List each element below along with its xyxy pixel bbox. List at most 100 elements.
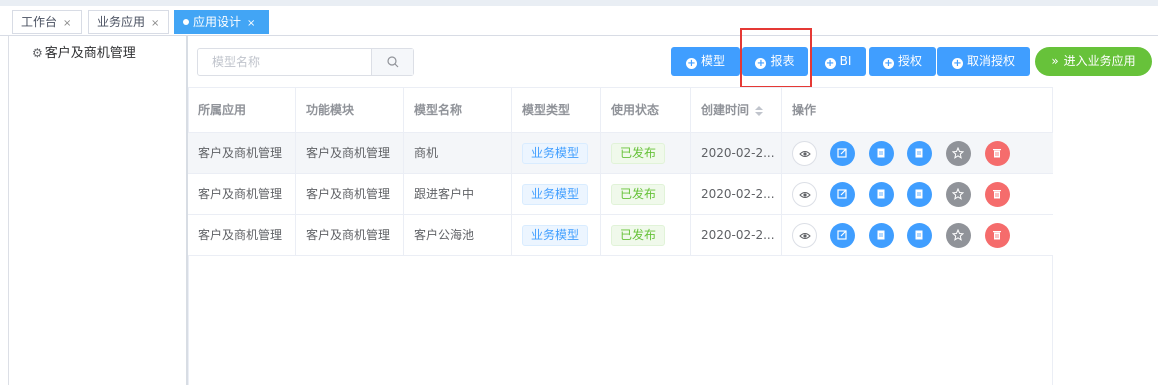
document-icon: [915, 189, 923, 199]
document-button[interactable]: [869, 223, 894, 248]
header-status: 使用状态: [601, 87, 691, 132]
cell-actions: [782, 215, 1053, 255]
cell-app: 客户及商机管理: [188, 174, 296, 214]
cell-model-type: 业务模型: [512, 174, 601, 214]
delete-button[interactable]: [985, 141, 1010, 166]
header-model-type: 模型类型: [512, 87, 601, 132]
star-icon: [952, 188, 964, 200]
table-row[interactable]: 客户及商机管理 客户及商机管理 跟进客户中 业务模型 已发布 2020-02-2…: [188, 174, 1053, 215]
document-button[interactable]: [869, 141, 894, 166]
cell-created: 2020-02-2...: [691, 215, 782, 255]
edit-icon: [837, 189, 847, 199]
edit-icon: [837, 230, 847, 240]
edit-icon: [837, 148, 847, 158]
status-badge: 已发布: [611, 143, 666, 164]
cell-status: 已发布: [601, 215, 691, 255]
cell-created: 2020-02-2...: [691, 133, 782, 173]
view-button[interactable]: [792, 182, 817, 207]
table-row[interactable]: 客户及商机管理 客户及商机管理 商机 业务模型 已发布 2020-02-2...: [188, 133, 1053, 174]
tab-bar: 工作台 × 业务应用 × 应用设计 ×: [0, 6, 1158, 36]
cell-model-name: 客户公海池: [404, 215, 512, 255]
cell-app: 客户及商机管理: [188, 133, 296, 173]
view-button[interactable]: [792, 141, 817, 166]
search-box: [197, 48, 414, 76]
cell-model-type: 业务模型: [512, 215, 601, 255]
cell-model-type: 业务模型: [512, 133, 601, 173]
cell-module: 客户及商机管理: [296, 174, 404, 214]
star-icon: [952, 229, 964, 241]
delete-button[interactable]: [985, 182, 1010, 207]
document-icon: [877, 230, 885, 240]
highlight-box: [740, 28, 812, 88]
edit-button[interactable]: [830, 182, 855, 207]
document-button[interactable]: [869, 182, 894, 207]
document-icon: [915, 230, 923, 240]
close-icon[interactable]: ×: [63, 13, 71, 35]
cell-status: 已发布: [601, 133, 691, 173]
grant-button[interactable]: + 授权: [869, 47, 936, 76]
table-header: 所属应用 功能模块 模型名称 模型类型 使用状态 创建时间 操作: [188, 87, 1053, 133]
favorite-button[interactable]: [946, 182, 971, 207]
eye-icon: [799, 192, 811, 198]
edit-button[interactable]: [830, 141, 855, 166]
sort-icon[interactable]: [755, 106, 764, 116]
eye-icon: [799, 151, 811, 157]
document-button[interactable]: [907, 141, 932, 166]
search-icon: [387, 56, 399, 68]
plus-circle-icon: +: [685, 58, 697, 69]
status-badge: 已发布: [611, 225, 666, 246]
active-dot-icon: [183, 19, 189, 25]
cell-module: 客户及商机管理: [296, 133, 404, 173]
close-icon[interactable]: ×: [247, 13, 255, 35]
add-model-button[interactable]: + 模型: [671, 47, 740, 76]
button-label: 模型: [700, 54, 725, 68]
header-model-name: 模型名称: [404, 87, 512, 132]
table-row[interactable]: 客户及商机管理 客户及商机管理 客户公海池 业务模型 已发布 2020-02-2…: [188, 215, 1053, 256]
double-chevron-right-icon: »: [1051, 54, 1059, 68]
tab-business-apps[interactable]: 业务应用 ×: [88, 10, 169, 34]
cell-app: 客户及商机管理: [188, 215, 296, 255]
favorite-button[interactable]: [946, 141, 971, 166]
button-label: 授权: [897, 54, 922, 68]
tab-workbench[interactable]: 工作台 ×: [12, 10, 82, 34]
document-button[interactable]: [907, 182, 932, 207]
document-button[interactable]: [907, 223, 932, 248]
plus-circle-icon: +: [882, 58, 894, 69]
search-button[interactable]: [371, 49, 413, 75]
header-created-time[interactable]: 创建时间: [691, 87, 782, 132]
header-actions: 操作: [792, 103, 817, 117]
type-tag: 业务模型: [522, 143, 589, 164]
cell-status: 已发布: [601, 174, 691, 214]
button-label: 取消授权: [966, 54, 1015, 68]
cell-created: 2020-02-2...: [691, 174, 782, 214]
search-input[interactable]: [198, 49, 372, 75]
type-tag: 业务模型: [522, 225, 589, 246]
delete-icon: [993, 190, 1001, 199]
plus-circle-icon: +: [824, 58, 836, 69]
favorite-button[interactable]: [946, 223, 971, 248]
revoke-grant-button[interactable]: + 取消授权: [937, 47, 1030, 76]
button-label: 进入业务应用: [1063, 54, 1136, 68]
document-icon: [877, 189, 885, 199]
tab-label: 工作台: [21, 15, 58, 29]
view-button[interactable]: [792, 223, 817, 248]
tree-node-customer-opportunity[interactable]: ⚙ 客户及商机管理: [32, 42, 136, 61]
status-badge: 已发布: [611, 184, 666, 205]
cell-model-name: 商机: [404, 133, 512, 173]
tab-app-design[interactable]: 应用设计 ×: [174, 10, 269, 34]
header-created-label: 创建时间: [701, 103, 750, 117]
tab-label: 应用设计: [193, 15, 242, 29]
tab-label: 业务应用: [97, 15, 146, 29]
header-module: 功能模块: [296, 87, 404, 132]
add-bi-button[interactable]: + BI: [810, 47, 866, 76]
edit-button[interactable]: [830, 223, 855, 248]
delete-button[interactable]: [985, 223, 1010, 248]
cell-actions: [782, 174, 1053, 214]
document-icon: [915, 148, 923, 158]
header-app: 所属应用: [188, 87, 296, 132]
delete-icon: [993, 149, 1001, 158]
enter-business-app-button[interactable]: » 进入业务应用: [1035, 47, 1152, 76]
close-icon[interactable]: ×: [151, 13, 159, 35]
star-icon: [952, 147, 964, 159]
cell-module: 客户及商机管理: [296, 215, 404, 255]
